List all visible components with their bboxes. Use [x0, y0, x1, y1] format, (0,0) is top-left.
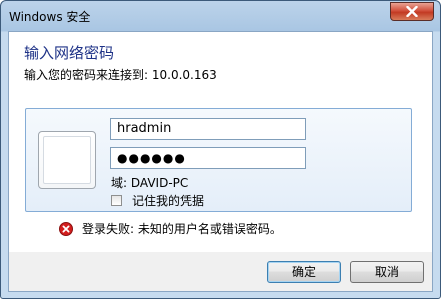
title-bar[interactable]: Windows 安全 — [1, 1, 440, 30]
error-icon — [59, 221, 73, 236]
close-x-icon — [406, 6, 418, 17]
username-input[interactable]: hradmin — [110, 118, 306, 140]
domain-label: 域: DAVID-PC — [111, 176, 189, 190]
password-input[interactable]: ●●●●●● — [110, 147, 306, 169]
dialog-window: Windows 安全 输入网络密码 输入您的密码来连接到: 10.0.0.163… — [0, 0, 441, 299]
remember-label: 记住我的凭据 — [132, 194, 205, 208]
dialog-client-area: 输入网络密码 输入您的密码来连接到: 10.0.0.163 hradmin ●●… — [8, 31, 433, 292]
dialog-heading: 输入网络密码 — [24, 44, 115, 62]
remember-credentials-checkbox[interactable]: 记住我的凭据 — [111, 192, 204, 209]
cancel-button[interactable]: 取消 — [350, 261, 424, 283]
credential-tile: hradmin ●●●●●● 域: DAVID-PC 记住我的凭据 — [25, 108, 412, 212]
ok-button[interactable]: 确定 — [267, 261, 341, 283]
dialog-subheading: 输入您的密码来连接到: 10.0.0.163 — [24, 68, 217, 82]
close-button[interactable] — [390, 2, 434, 21]
checkbox-box[interactable] — [111, 195, 122, 206]
dialog-content-panel: 输入网络密码 输入您的密码来连接到: 10.0.0.163 hradmin ●●… — [9, 32, 432, 252]
error-text: 登录失败: 未知的用户名或错误密码。 — [82, 222, 282, 236]
window-title: Windows 安全 — [9, 10, 91, 24]
password-mask: ●●●●●● — [117, 151, 186, 165]
error-message-row: 登录失败: 未知的用户名或错误密码。 — [59, 220, 282, 237]
user-avatar-icon — [38, 131, 96, 189]
avatar-frame — [43, 136, 91, 184]
